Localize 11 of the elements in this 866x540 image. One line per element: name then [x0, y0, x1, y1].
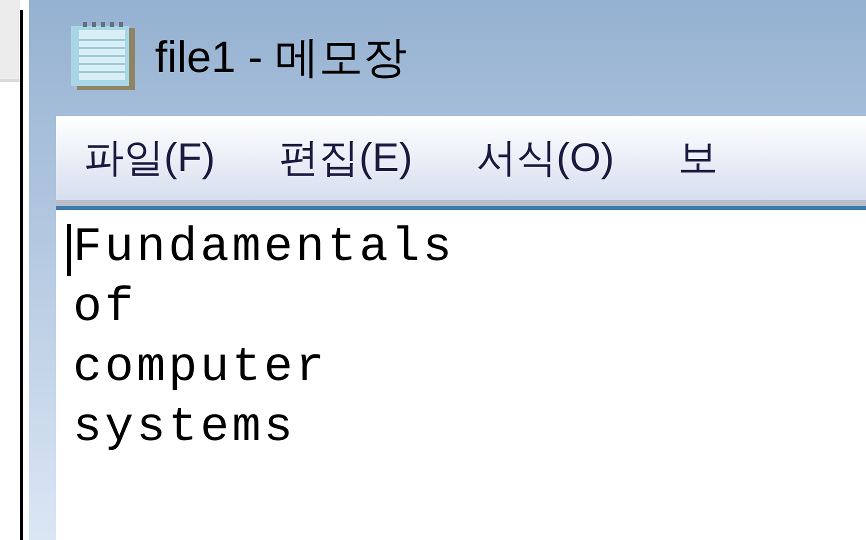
text-area[interactable]: Fundamentals of computer systems [56, 206, 866, 540]
menu-item[interactable]: 보 [678, 128, 718, 188]
menu-item[interactable]: 편집(E) [279, 128, 412, 188]
menu-item[interactable]: 파일(F) [84, 128, 216, 188]
menu-item[interactable]: 서식(O) [476, 128, 614, 188]
text-line: Fundamentals [73, 220, 455, 277]
text-line: of [73, 280, 137, 337]
window-title: file1 - 메모장 [155, 32, 407, 84]
text-cursor [67, 224, 71, 276]
text-line: systems [73, 400, 296, 457]
text-line: computer [73, 340, 328, 397]
